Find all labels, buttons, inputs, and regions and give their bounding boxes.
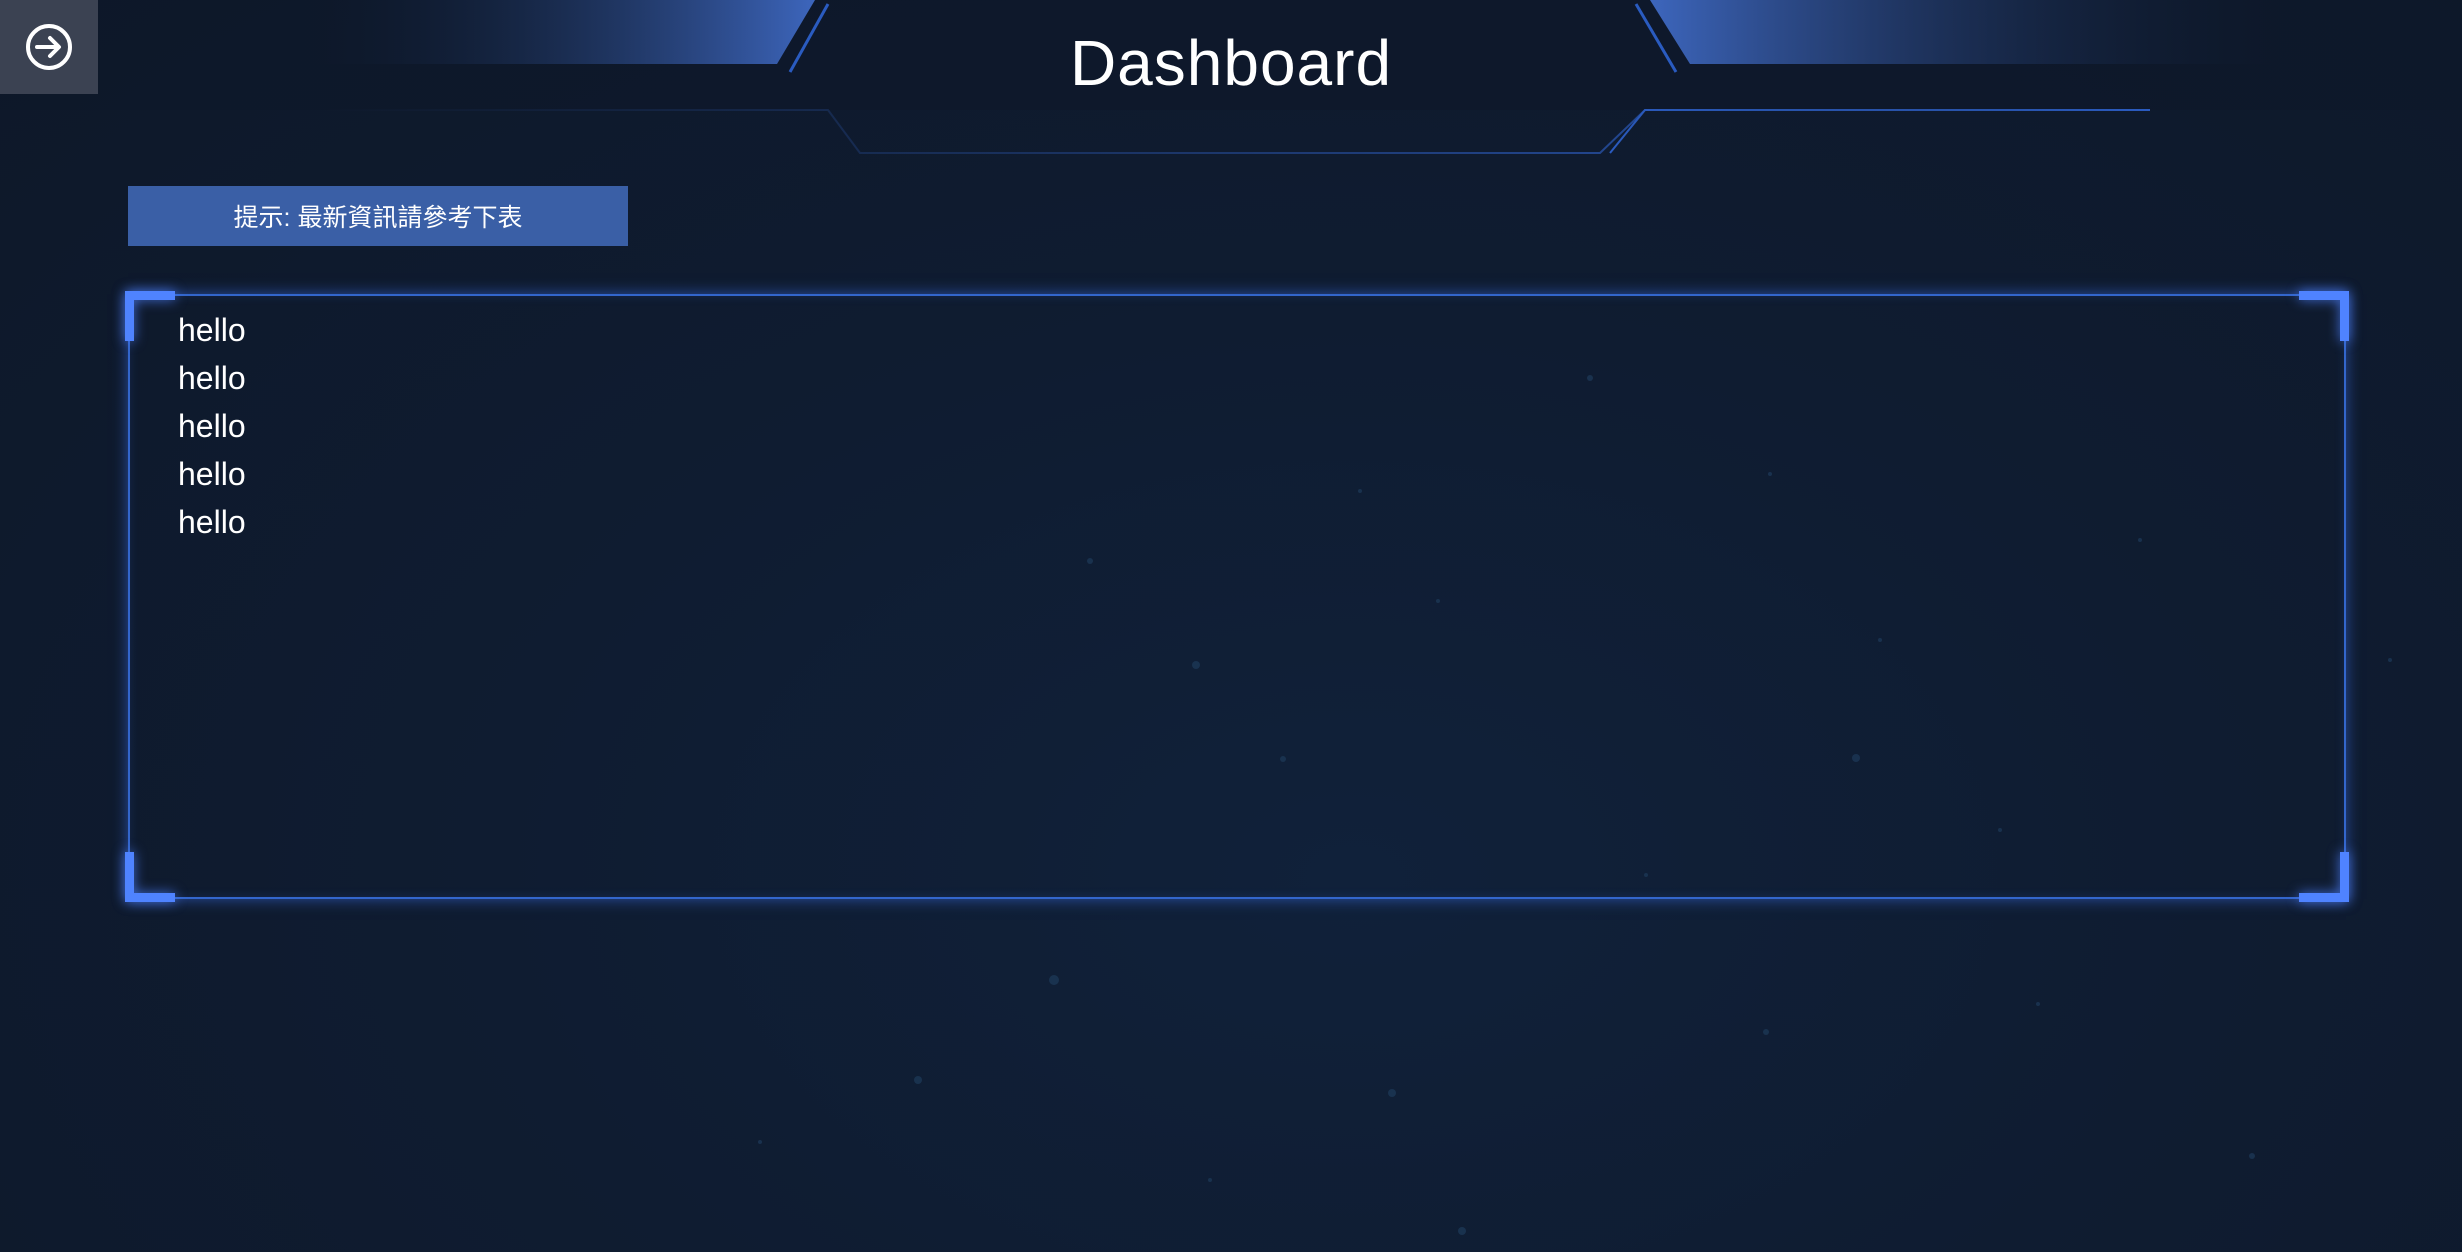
panel-corner-top-left [125, 291, 175, 341]
dashboard-screen: Dashboard 提示: 最新資訊請參考下表 hello hello hell… [0, 0, 2462, 1252]
list-item: hello [178, 456, 246, 492]
info-panel: hello hello hello hello hello [125, 291, 2349, 902]
panel-corner-bottom-left [125, 852, 175, 902]
list-item: hello [178, 312, 246, 348]
notice-banner: 提示: 最新資訊請參考下表 [128, 186, 628, 246]
exit-button[interactable] [0, 0, 98, 94]
panel-corner-bottom-right [2299, 852, 2349, 902]
list-item: hello [178, 408, 246, 444]
info-list: hello hello hello hello hello [178, 306, 246, 546]
page-title: Dashboard [1069, 27, 1393, 99]
list-item: hello [178, 360, 246, 396]
notice-text: 提示: 最新資訊請參考下表 [233, 204, 523, 232]
list-item: hello [178, 504, 246, 540]
arrow-right-circle-icon [26, 24, 72, 70]
panel-corner-top-right [2299, 291, 2349, 341]
